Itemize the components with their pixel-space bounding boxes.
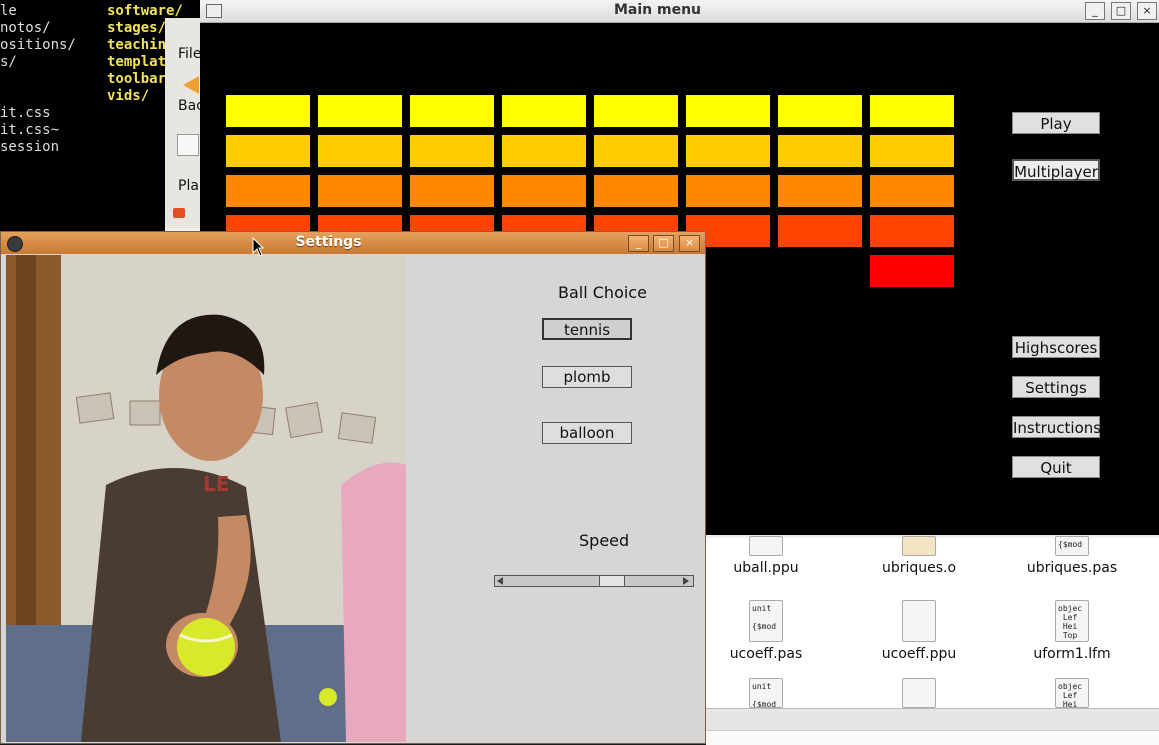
mouse-cursor-icon	[252, 237, 264, 257]
brick	[410, 175, 494, 207]
menu-file[interactable]: File	[178, 46, 201, 62]
brick	[870, 95, 954, 127]
terminal-line: session	[0, 139, 60, 155]
file-name: uball.ppu	[733, 560, 799, 576]
maximize-button[interactable]: □	[653, 235, 674, 252]
terminal-line: notos/	[0, 20, 51, 36]
brick	[502, 175, 586, 207]
brick	[318, 135, 402, 167]
file-item[interactable]: ucoeff.ppu	[859, 600, 979, 662]
brick	[686, 175, 770, 207]
object-file-icon	[902, 536, 936, 556]
terminal-line: it.css	[0, 105, 51, 121]
terminal-line: it.css~	[0, 122, 60, 138]
brick	[778, 95, 862, 127]
brick	[778, 175, 862, 207]
terminal-line: s/	[0, 54, 17, 70]
settings-window: Settings _ □ × LE Ball Choice tennis plo…	[0, 231, 706, 744]
file-item[interactable]: objec Lef Hei	[1012, 678, 1132, 712]
plomb-ball-button[interactable]: plomb	[542, 366, 632, 388]
document-icon	[902, 678, 936, 708]
brick	[318, 175, 402, 207]
brick	[410, 95, 494, 127]
highscores-button[interactable]: Highscores	[1012, 336, 1100, 358]
settings-button[interactable]: Settings	[1012, 376, 1100, 398]
minimize-button[interactable]: _	[628, 235, 649, 252]
brick	[870, 255, 954, 287]
tennis-ball-button[interactable]: tennis	[542, 318, 632, 340]
brick	[410, 135, 494, 167]
speed-label: Speed	[579, 531, 630, 550]
file-item[interactable]: uball.ppu	[706, 536, 826, 576]
brick	[594, 175, 678, 207]
instructions-button[interactable]: Instructions	[1012, 416, 1101, 438]
places-label: Pla	[178, 178, 199, 194]
file-item[interactable]: ubriques.o	[859, 536, 979, 576]
brick	[502, 95, 586, 127]
brick	[226, 175, 310, 207]
folder-icon	[173, 208, 185, 218]
file-item[interactable]	[859, 678, 979, 712]
brick	[778, 135, 862, 167]
terminal-line: ositions/	[0, 37, 76, 53]
brick	[686, 95, 770, 127]
brick	[594, 95, 678, 127]
file-name: ucoeff.ppu	[881, 646, 957, 662]
pascal-source-icon: unit {$mod	[749, 678, 783, 708]
settings-title: Settings	[295, 234, 362, 250]
terminal-dir-entry: vids/	[107, 88, 150, 104]
document-icon	[749, 536, 783, 556]
close-button[interactable]: ×	[679, 235, 700, 252]
brick	[502, 135, 586, 167]
file-item[interactable]: unit {$mod ucoeff.pas	[706, 600, 826, 662]
slider-right-arrow-icon[interactable]	[683, 577, 689, 585]
file-name: ucoeff.pas	[729, 646, 803, 662]
file-name: uform1.lfm	[1033, 646, 1111, 662]
multiplayer-button[interactable]: Multiplayer	[1012, 159, 1100, 181]
quit-button[interactable]: Quit	[1012, 456, 1100, 478]
ball-choice-label: Ball Choice	[558, 283, 647, 302]
document-icon	[902, 600, 936, 642]
file-item[interactable]: {$mod ubriques.pas	[1012, 536, 1132, 576]
file-name: ubriques.o	[881, 560, 957, 576]
player-photo: LE	[6, 255, 406, 742]
pascal-source-icon: {$mod	[1055, 536, 1089, 556]
file-manager-statusbar	[706, 708, 1159, 731]
file-item[interactable]: objec Lef Hei Top uform1.lfm	[1012, 600, 1132, 662]
play-button[interactable]: Play	[1012, 112, 1100, 134]
brick	[226, 135, 310, 167]
photo-illustration: LE	[6, 255, 406, 742]
brick	[778, 215, 862, 247]
speed-slider-thumb[interactable]	[599, 576, 625, 586]
balloon-ball-button[interactable]: balloon	[542, 422, 632, 444]
brick	[686, 135, 770, 167]
form-file-icon: objec Lef Hei Top	[1055, 600, 1089, 642]
brick	[870, 135, 954, 167]
back-arrow-icon[interactable]	[183, 76, 199, 94]
speed-slider[interactable]	[494, 575, 694, 587]
brick	[870, 215, 954, 247]
settings-titlebar[interactable]: Settings _ □ ×	[1, 232, 705, 254]
file-item[interactable]: unit {$mod	[706, 678, 826, 712]
file-manager-bottom	[706, 730, 1159, 745]
brick	[870, 175, 954, 207]
brick	[318, 95, 402, 127]
edit-icon[interactable]	[177, 134, 199, 156]
file-name: ubriques.pas	[1026, 560, 1118, 576]
form-file-icon: objec Lef Hei	[1055, 678, 1089, 708]
terminal-dir-entry: stages/	[107, 20, 167, 36]
brick	[226, 95, 310, 127]
svg-text:LE: LE	[203, 472, 229, 496]
terminal-line: le	[0, 3, 17, 19]
pascal-source-icon: unit {$mod	[749, 600, 783, 642]
brick	[594, 135, 678, 167]
slider-left-arrow-icon[interactable]	[497, 577, 503, 585]
